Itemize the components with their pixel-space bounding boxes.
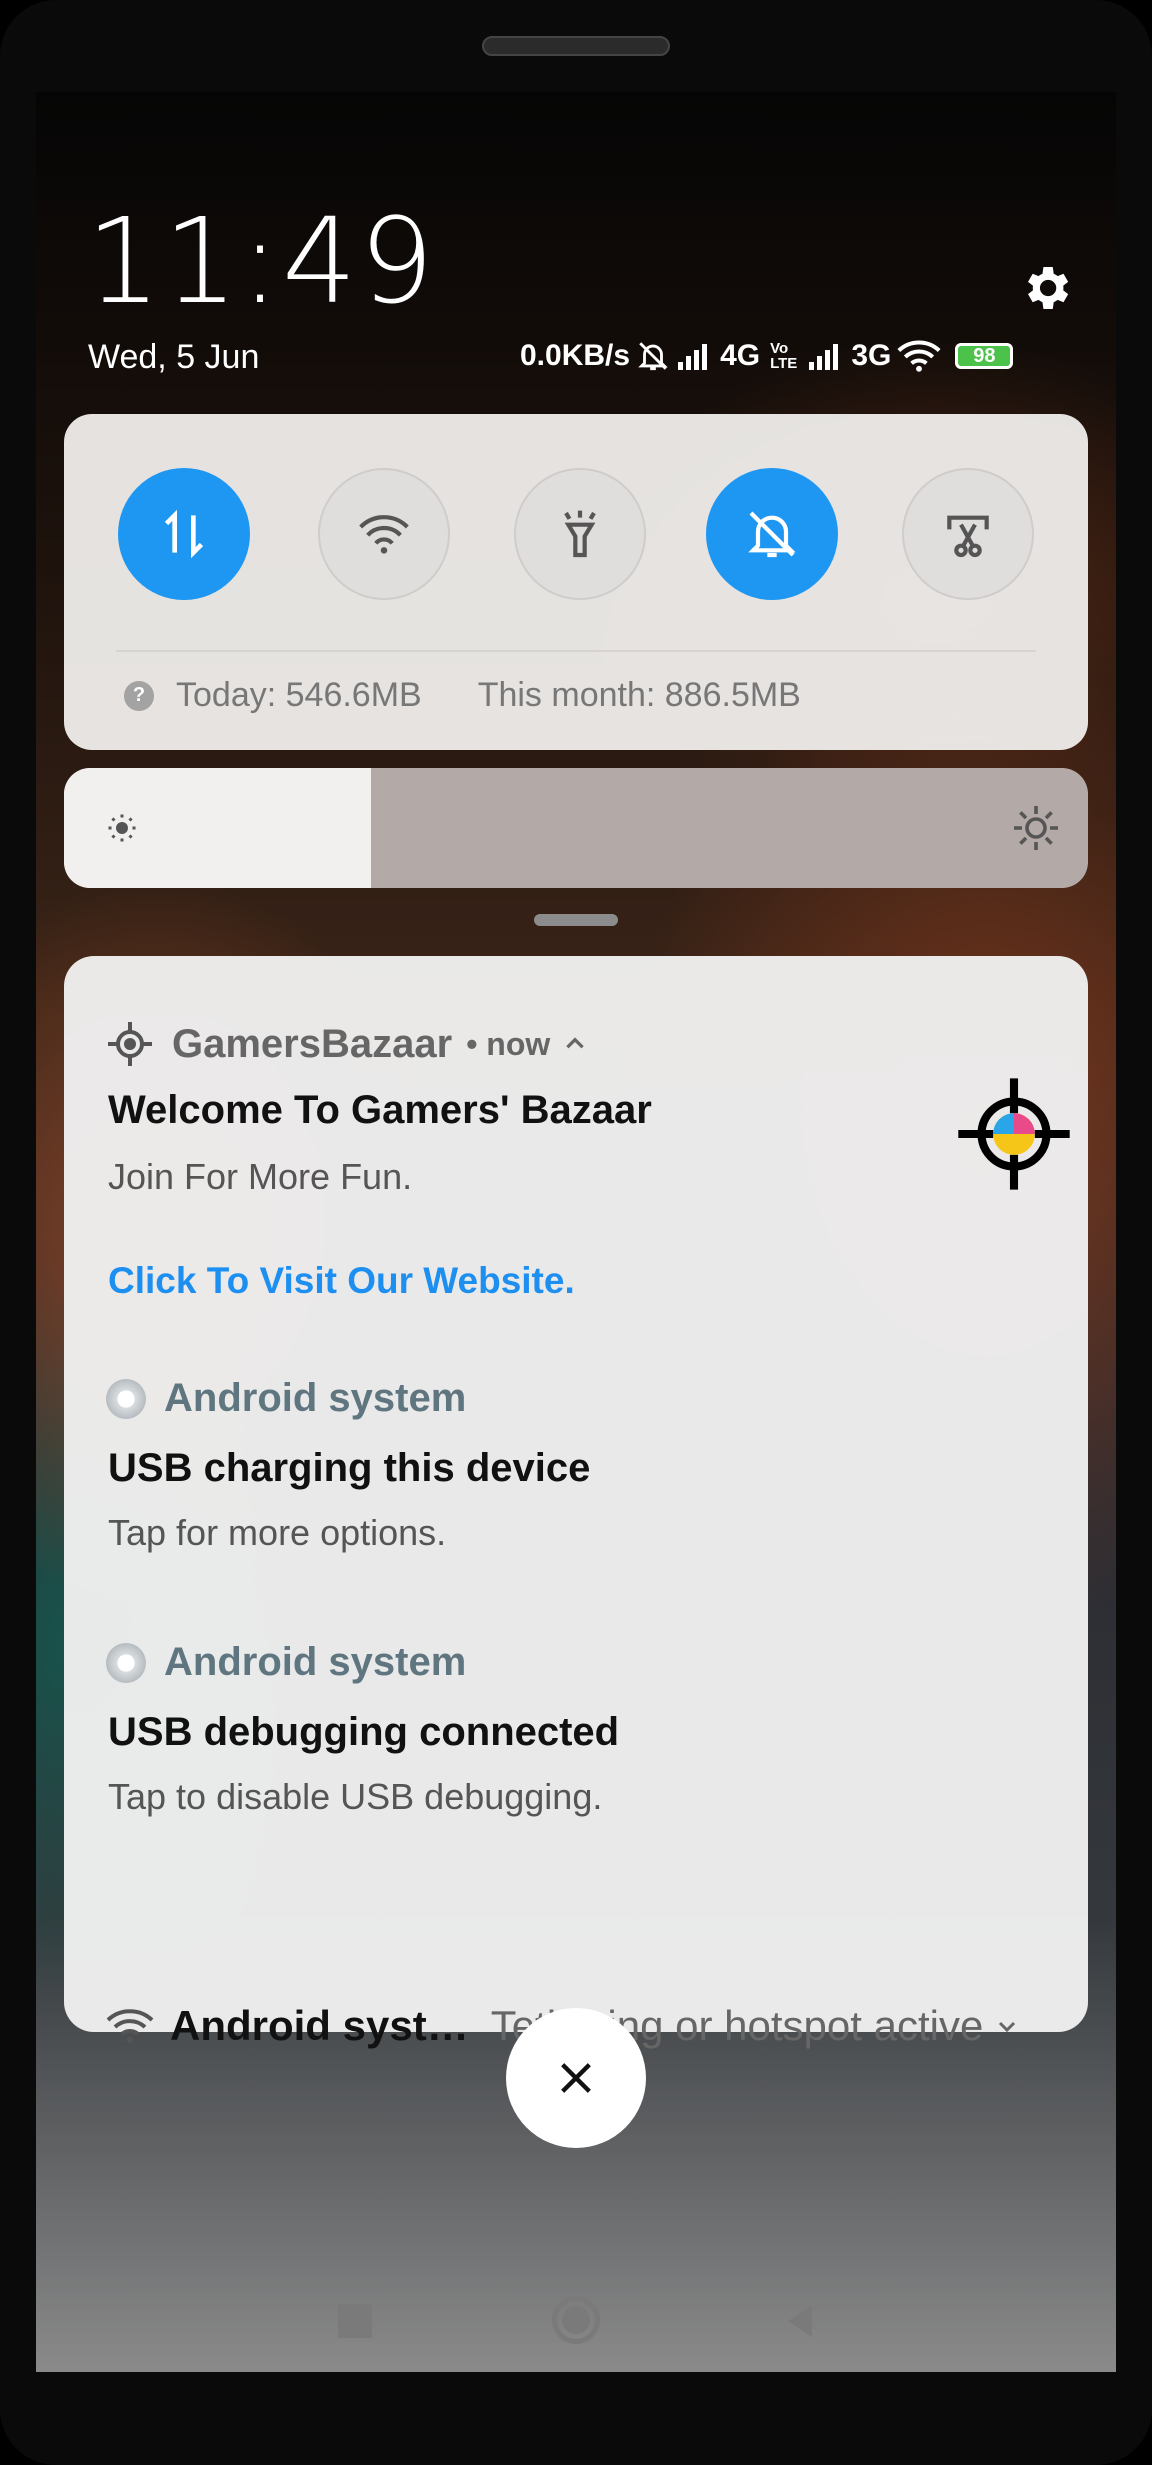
data-month: This month: 886.5MB — [477, 676, 801, 714]
navigation-bar — [36, 2282, 1116, 2372]
gamersbazaar-header[interactable]: GamersBazaar • now — [106, 1020, 588, 1068]
usb-charging-title[interactable]: USB charging this device — [108, 1446, 590, 1491]
close-icon — [561, 2063, 591, 2093]
clear-all-button[interactable] — [506, 2008, 646, 2148]
chevron-down-icon[interactable] — [995, 2014, 1019, 2038]
silent-mode-toggle[interactable] — [706, 468, 838, 600]
network-type-2: 3G — [851, 339, 892, 372]
brightness-low-icon — [108, 814, 136, 842]
data-today: Today: 546.6MB — [176, 676, 422, 714]
signal-bars-2-icon — [809, 344, 839, 370]
data-usage-row[interactable]: ? Today: 546.6MB This month: 886.5MB — [124, 676, 801, 715]
chevron-up-icon[interactable] — [562, 1031, 588, 1057]
app-name-gamersbazaar: GamersBazaar — [172, 1021, 453, 1066]
android-system-icon — [106, 1378, 146, 1419]
date: Wed, 5 Jun — [88, 338, 260, 376]
android-system-icon — [106, 1642, 146, 1683]
screenshot-icon — [947, 515, 989, 558]
quick-settings-divider — [116, 650, 1036, 652]
settings-gear-icon[interactable] — [1018, 260, 1074, 316]
wifi-icon — [359, 515, 409, 554]
usb-charging-text[interactable]: Tap for more options. — [108, 1512, 446, 1554]
wifi-toggle[interactable] — [318, 468, 450, 600]
visit-website-link[interactable]: Click To Visit Our Website. — [108, 1260, 575, 1302]
status-icons: 0.0KB/s 4G Vo LTE 3G 98 — [520, 336, 1014, 376]
help-icon: ? — [124, 680, 154, 711]
brightness-slider[interactable] — [64, 768, 1088, 888]
usb-debugging-text[interactable]: Tap to disable USB debugging. — [108, 1776, 602, 1818]
volte-badge: Vo LTE — [770, 341, 797, 371]
screenshot-toggle[interactable] — [902, 468, 1034, 600]
wifi-status-icon — [897, 340, 941, 372]
volte-top: Vo — [770, 340, 789, 357]
usb-debugging-title[interactable]: USB debugging connected — [108, 1710, 619, 1755]
quick-settings-panel: ? Today: 546.6MB This month: 886.5MB — [64, 414, 1088, 750]
phone-frame: 11:49 Wed, 5 Jun 0.0KB/s 4G Vo LTE 3G 98… — [0, 0, 1152, 2465]
app-name-android-system: Android system — [164, 1640, 467, 1684]
usb-charging-header[interactable]: Android system — [106, 1376, 466, 1421]
signal-bars-icon — [678, 344, 708, 370]
network-type-1: 4G — [720, 339, 761, 372]
app-name-android-system: Android system — [164, 1376, 467, 1420]
home-button[interactable] — [552, 2296, 600, 2344]
mobile-data-toggle[interactable] — [118, 468, 250, 600]
network-speed: 0.0KB/s — [520, 339, 631, 372]
hotspot-icon — [106, 2009, 154, 2044]
recents-button[interactable] — [338, 2304, 372, 2338]
notification-shade: 11:49 Wed, 5 Jun 0.0KB/s 4G Vo LTE 3G 98… — [36, 92, 1116, 2372]
shade-drag-handle[interactable] — [534, 914, 618, 926]
gamersbazaar-title[interactable]: Welcome To Gamers' Bazaar — [108, 1088, 652, 1133]
gamersbazaar-text[interactable]: Join For More Fun. — [108, 1156, 412, 1198]
volte-bottom: LTE — [770, 355, 798, 372]
tethering-app-name: Android syst… — [170, 2002, 469, 2049]
brightness-high-icon — [1014, 806, 1058, 850]
clock: 11:49 — [86, 192, 437, 330]
home-button-dot — [562, 2306, 590, 2334]
notification-list: GamersBazaar • now Welcome To Gamers' Ba… — [64, 956, 1088, 2049]
flashlight-icon — [564, 510, 596, 558]
notification-time: • now — [466, 1025, 551, 1062]
back-button-icon[interactable] — [780, 2300, 820, 2342]
gamersbazaar-logo-icon — [958, 1078, 1070, 1190]
crosshair-icon — [108, 1022, 152, 1066]
silent-bell-icon — [638, 342, 668, 371]
mobile-data-icon — [164, 509, 204, 559]
flashlight-toggle[interactable] — [514, 468, 646, 600]
earpiece-speaker — [482, 36, 670, 56]
usb-debugging-header[interactable]: Android system — [106, 1640, 466, 1685]
silent-mode-icon — [748, 511, 796, 558]
battery-icon: 98 — [955, 343, 1014, 369]
